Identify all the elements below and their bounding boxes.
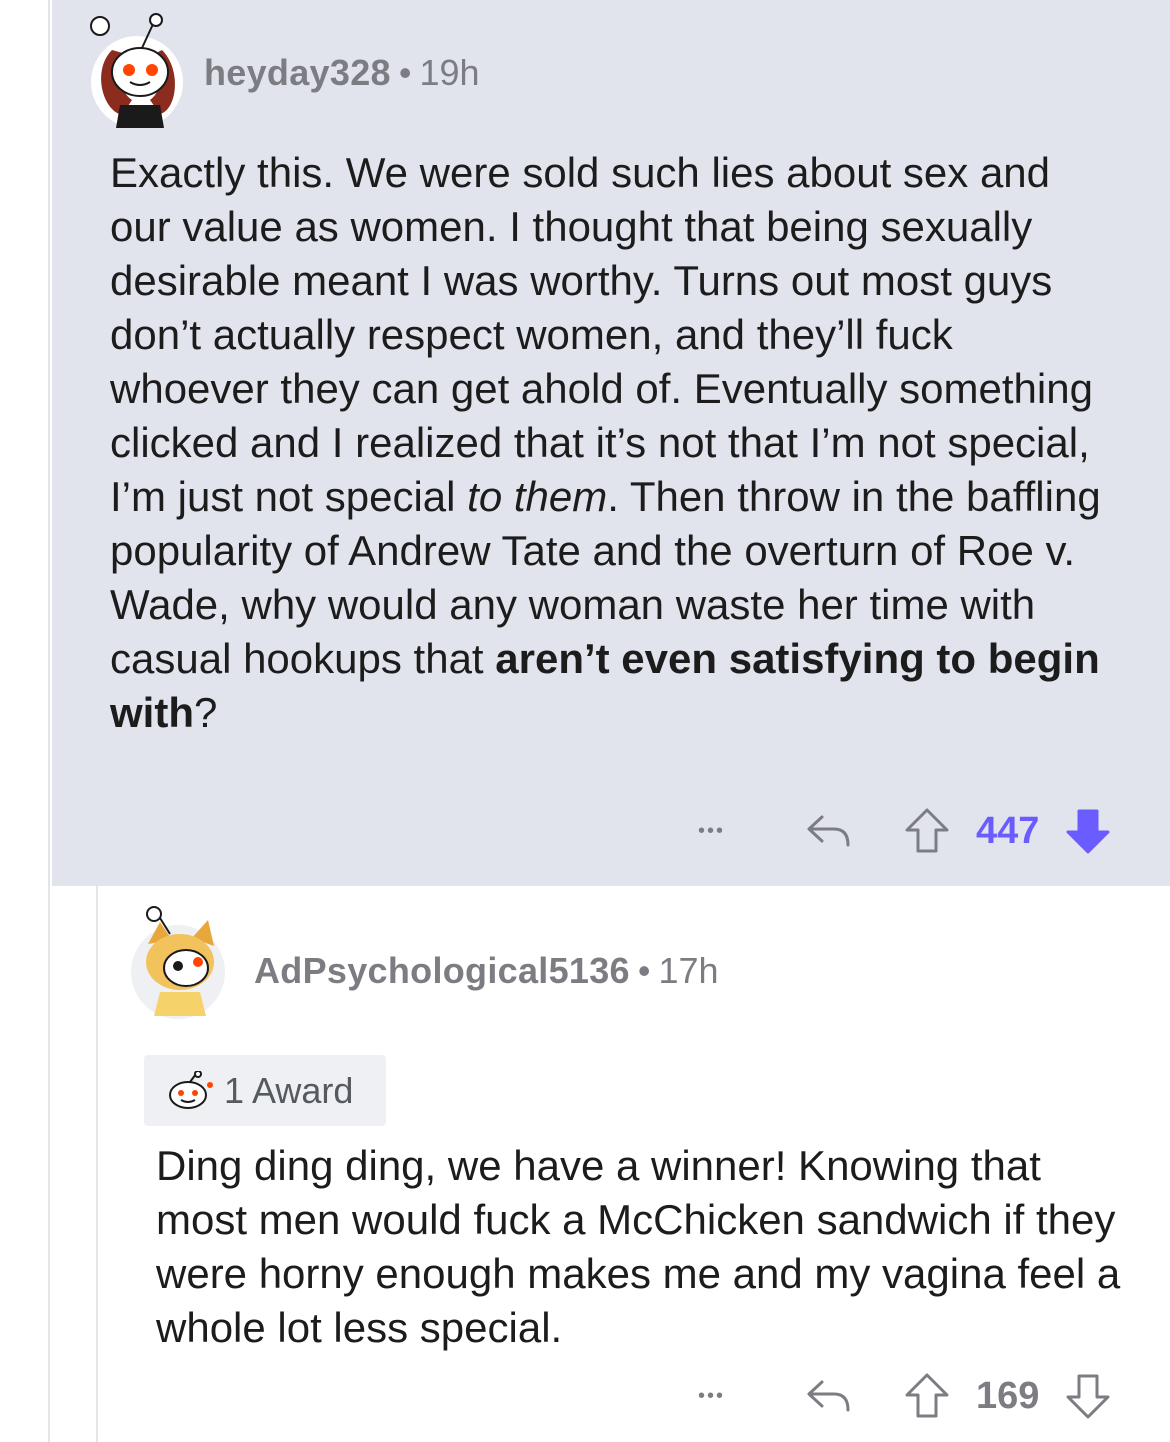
downvote-icon[interactable] xyxy=(1065,807,1111,855)
upvote-icon[interactable] xyxy=(904,1372,950,1420)
comment-adpsychological5136: AdPsychological5136 • 17h 1 Award Ding din… xyxy=(98,886,1170,1442)
upvote-icon[interactable] xyxy=(904,807,950,855)
comment-text-part: Exactly this. We were sold such lies abo… xyxy=(110,149,1093,520)
vote-score: 447 xyxy=(976,809,1040,852)
comment-body: Ding ding ding, we have a winner! Knowin… xyxy=(156,1142,1121,1351)
comment-actions: ••• 169 xyxy=(698,1368,1111,1424)
separator-dot: • xyxy=(637,950,651,991)
more-options-button[interactable]: ••• xyxy=(698,820,758,843)
separator-dot: • xyxy=(398,52,412,93)
comment-actions: ••• 447 xyxy=(698,803,1111,859)
award-chip[interactable]: 1 Award xyxy=(144,1055,386,1126)
username[interactable]: AdPsychological5136 xyxy=(254,950,630,991)
timestamp: 17h xyxy=(658,950,719,991)
downvote-icon[interactable] xyxy=(1065,1372,1111,1420)
timestamp: 19h xyxy=(419,52,480,93)
comment-text-part: ? xyxy=(193,689,218,736)
more-options-button[interactable]: ••• xyxy=(698,1385,758,1408)
username[interactable]: heyday328 xyxy=(204,52,391,93)
comment-text-part: to them xyxy=(467,473,608,520)
wholesome-award-icon xyxy=(166,1070,214,1111)
reply-icon[interactable] xyxy=(804,1376,852,1416)
reply-icon[interactable] xyxy=(804,811,852,851)
comment-body: Exactly this. We were sold such lies abo… xyxy=(110,146,1120,740)
thread-line-1 xyxy=(48,0,50,1442)
snoo-avatar-woman-icon[interactable] xyxy=(82,10,212,130)
comment-meta: AdPsychological5136 • 17h xyxy=(254,950,719,992)
comment-meta: heyday328 • 19h xyxy=(204,52,480,94)
snoo-avatar-doge-icon[interactable] xyxy=(130,904,230,1020)
award-label: 1 Award xyxy=(224,1069,354,1111)
vote-score: 169 xyxy=(976,1374,1040,1417)
comment-heyday328: heyday328 • 19h Exactly this. We were sold… xyxy=(52,0,1170,886)
